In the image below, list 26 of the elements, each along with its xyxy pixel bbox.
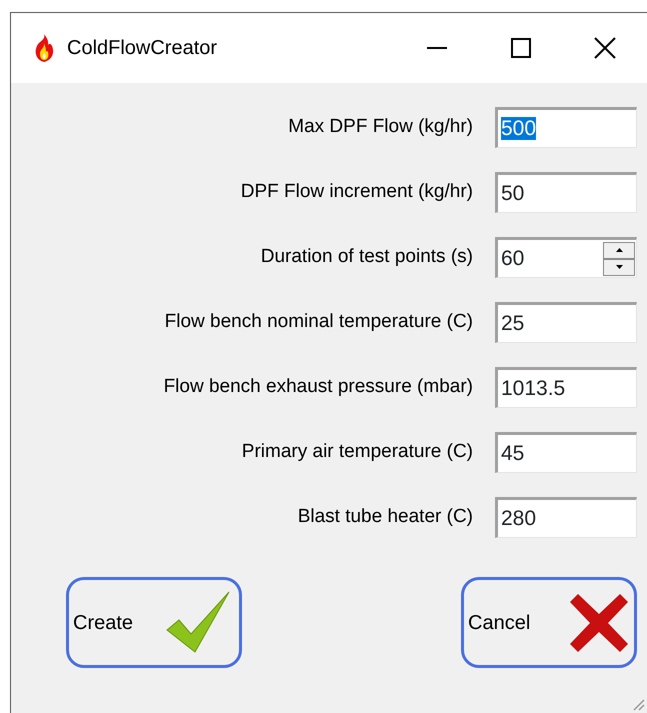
spin-up-button[interactable]	[603, 242, 635, 258]
field-label: Duration of test points (s)	[260, 245, 473, 270]
field-label: Blast tube heater (C)	[298, 505, 473, 530]
cross-icon	[568, 592, 630, 654]
minimize-icon	[427, 47, 447, 49]
input-field[interactable]: 50	[495, 172, 637, 213]
input-field[interactable]: 45	[495, 432, 637, 473]
input-field[interactable]: 25	[495, 302, 637, 343]
close-icon	[594, 37, 616, 59]
number-spinner[interactable]: 60	[495, 237, 637, 278]
cancel-button[interactable]: Cancel	[461, 577, 637, 668]
field-label: DPF Flow increment (kg/hr)	[240, 180, 473, 204]
create-button[interactable]: Create	[66, 577, 242, 668]
field-label: Flow bench nominal temperature (C)	[164, 310, 473, 334]
field-label: Max DPF Flow (kg/hr)	[288, 115, 473, 140]
field-label: Primary air temperature (C)	[242, 440, 473, 464]
window-title: ColdFlowCreator	[67, 36, 218, 61]
input-field[interactable]: 500	[495, 107, 637, 148]
input-field[interactable]: 1013.5	[495, 367, 637, 408]
maximize-icon	[511, 38, 531, 58]
spin-down-button[interactable]	[603, 258, 635, 276]
input-field[interactable]: 280	[495, 497, 637, 538]
down-arrow-icon	[616, 265, 622, 269]
field-label: Flow bench exhaust pressure (mbar)	[164, 375, 473, 400]
resize-grip-icon	[631, 697, 645, 711]
up-arrow-icon	[616, 248, 622, 252]
